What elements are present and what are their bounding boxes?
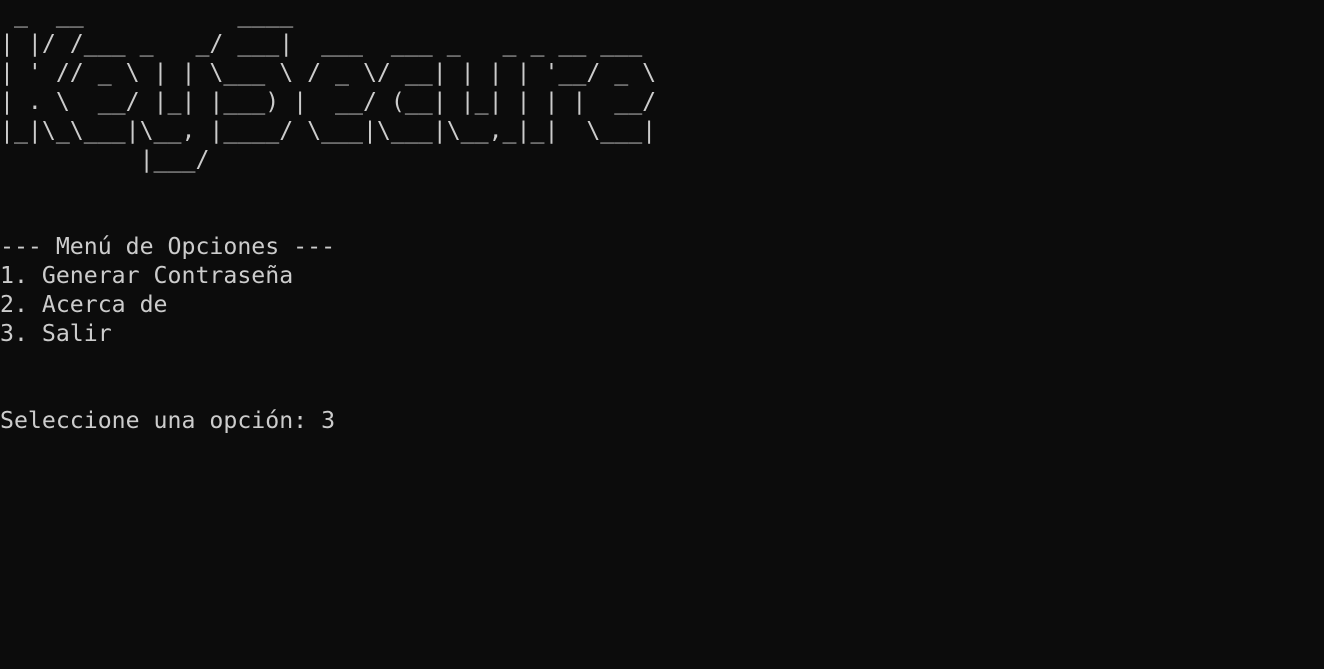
banner-line: | . \ __/ |_| |___) | __/ (__| |_| | | |… <box>0 88 657 115</box>
console-window[interactable]: _ __ ____ | |/ /___ _ _/ ___| ___ ___ _ … <box>0 0 1324 669</box>
menu-option-generate-password: 1. Generar Contraseña <box>0 262 294 289</box>
menu-title: --- Menú de Opciones --- <box>0 233 336 260</box>
banner-line: |_|\_\___|\__, |____/ \___|\___|\__,_|_|… <box>0 117 657 144</box>
banner-line: | |/ /___ _ _/ ___| ___ ___ _ _ _ __ ___ <box>0 30 643 57</box>
option-prompt: Seleccione una opción: 3 <box>0 406 1324 435</box>
prompt-input[interactable]: 3 <box>321 407 335 434</box>
menu-option-about: 2. Acerca de <box>0 291 168 318</box>
banner-line: |___/ <box>0 146 210 173</box>
banner-line: | ' // _ \ | | \___ \ / _ \/ __| | | | '… <box>0 59 657 86</box>
menu-option-exit: 3. Salir <box>0 320 112 347</box>
ascii-banner: _ __ ____ | |/ /___ _ _/ ___| ___ ___ _ … <box>0 0 1324 174</box>
banner-line: _ __ ____ <box>0 1 294 28</box>
prompt-label: Seleccione una opción: <box>0 407 322 434</box>
